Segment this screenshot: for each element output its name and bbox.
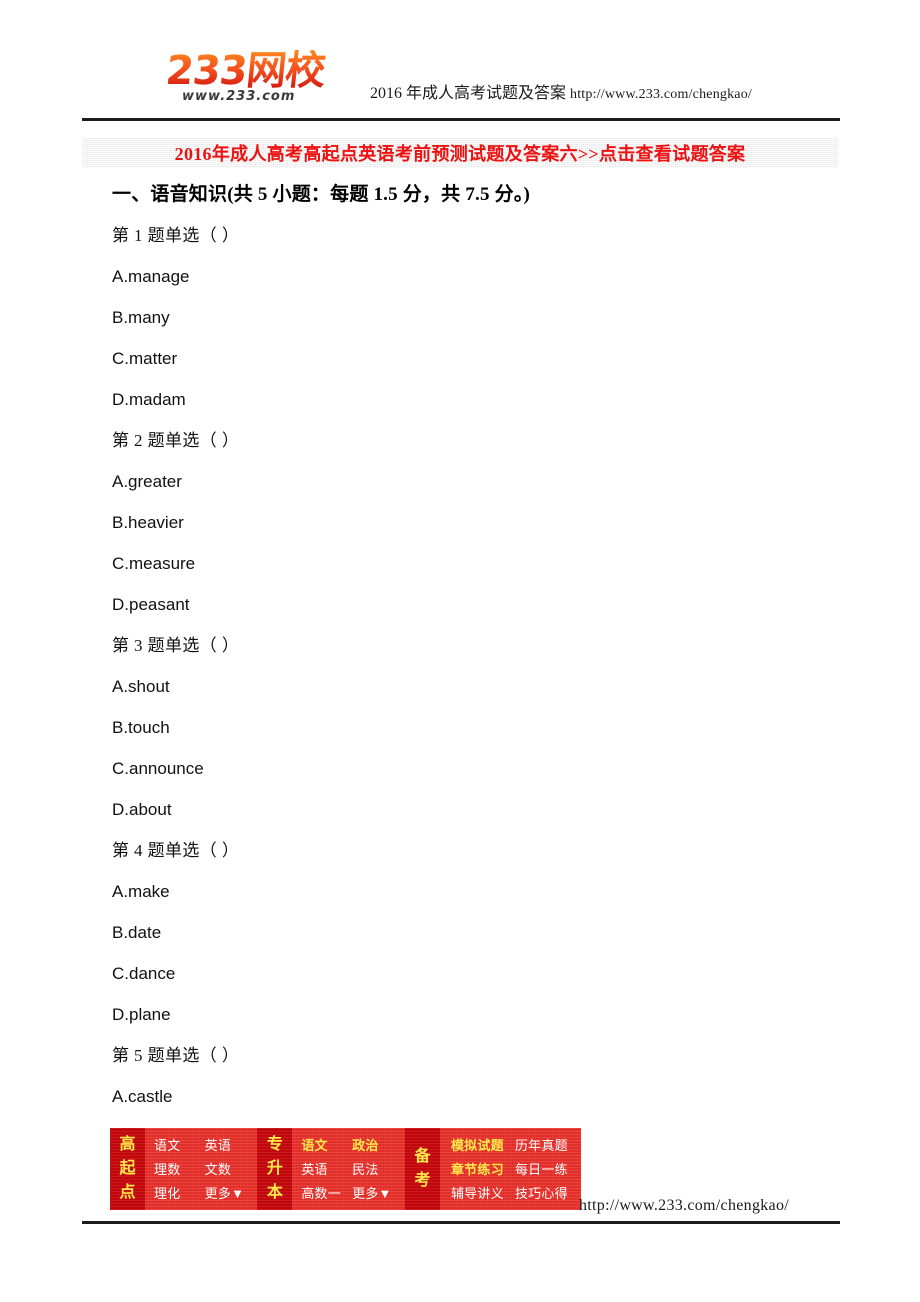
question-block: 第 1 题单选（ ） A.manage B.many C.matter D.madam [112, 224, 852, 412]
promo-label-char: 高 [119, 1136, 136, 1153]
promo-link[interactable]: 更多▼ [352, 1183, 399, 1204]
question-option[interactable]: C.matter [112, 347, 852, 371]
footer-url[interactable]: http://www.233.com/chengkao/ [579, 1197, 789, 1215]
question-option[interactable]: C.dance [112, 962, 852, 986]
question-option[interactable]: B.date [112, 921, 852, 945]
question-option[interactable]: D.peasant [112, 593, 852, 617]
question-block: 第 2 题单选（ ） A.greater B.heavier C.measure D.p… [112, 429, 852, 617]
promo-group-items: 模拟试题 历年真题 章节练习 每日一练 辅导讲义 技巧心得 [440, 1128, 581, 1210]
promo-label-char: 考 [414, 1172, 431, 1189]
article-title-bar: 2016年成人高考高起点英语考前预测试题及答案六>>点击查看试题答案 [82, 138, 838, 168]
page-root: 233网校 www.233.com 2016 年成人高考试题及答案 http:/… [0, 0, 920, 1302]
promo-link[interactable]: 语文 [301, 1135, 348, 1156]
header-tagline-text: 2016 年成人高考试题及答案 [370, 85, 571, 102]
promo-link[interactable]: 理数 [154, 1159, 201, 1180]
question-option[interactable]: B.heavier [112, 511, 852, 535]
question-stem: 第 2 题单选（ ） [112, 431, 240, 450]
question-block: 第 5 题单选（ ） A.castle [112, 1044, 852, 1109]
question-block: 第 4 题单选（ ） A.make B.date C.dance D.plane [112, 839, 852, 1027]
question-stem: 第 5 题单选（ ） [112, 1046, 240, 1065]
question-option[interactable]: C.measure [112, 552, 852, 576]
promo-link[interactable]: 文数 [205, 1159, 252, 1180]
footer-divider [82, 1221, 840, 1224]
promo-link[interactable]: 英语 [301, 1159, 348, 1180]
promo-label-char: 起 [119, 1160, 136, 1177]
question-option[interactable]: D.about [112, 798, 852, 822]
question-option[interactable]: A.castle [112, 1085, 852, 1109]
promo-label-char: 本 [266, 1184, 283, 1201]
section-heading: 一、语音知识(共 5 小题：每题 1.5 分，共 7.5 分。) [112, 184, 531, 205]
promo-group-label[interactable]: 专升本 [257, 1128, 293, 1210]
promo-label-char: 专 [266, 1136, 283, 1153]
logo-wordmark: 233网校 [164, 48, 368, 94]
question-option[interactable]: A.shout [112, 675, 852, 699]
question-option[interactable]: D.plane [112, 1003, 852, 1027]
question-option[interactable]: A.greater [112, 470, 852, 494]
exam-content: 一、语音知识(共 5 小题：每题 1.5 分，共 7.5 分。) 第 1 题单选… [112, 182, 852, 1126]
question-option[interactable]: C.announce [112, 757, 852, 781]
question-option[interactable]: B.touch [112, 716, 852, 740]
question-block: 第 3 题单选（ ） A.shout B.touch C.announce D.abou… [112, 634, 852, 822]
promo-link[interactable]: 每日一练 [515, 1159, 575, 1180]
header-tagline: 2016 年成人高考试题及答案 http://www.233.com/cheng… [370, 84, 752, 105]
question-option[interactable]: A.make [112, 880, 852, 904]
question-option[interactable]: A.manage [112, 265, 852, 289]
promo-link[interactable]: 语文 [154, 1135, 201, 1156]
promo-link[interactable]: 政治 [352, 1135, 399, 1156]
page-title[interactable]: 2016年成人高考高起点英语考前预测试题及答案六>>点击查看试题答案 [175, 140, 746, 166]
promo-group-label[interactable]: 高起点 [110, 1128, 145, 1210]
promo-link[interactable]: 理化 [154, 1183, 201, 1204]
promo-link[interactable]: 辅导讲义 [451, 1183, 511, 1204]
promo-group-items: 语文 英语 理数 文数 理化 更多▼ [145, 1128, 257, 1210]
promo-link[interactable]: 民法 [352, 1159, 399, 1180]
promo-group-label[interactable]: 备考 [404, 1128, 440, 1210]
promo-link[interactable]: 历年真题 [515, 1135, 575, 1156]
promo-link[interactable]: 高数一 [301, 1183, 348, 1204]
question-stem: 第 3 题单选（ ） [112, 636, 240, 655]
promo-link[interactable]: 章节练习 [451, 1159, 511, 1180]
promo-link[interactable]: 更多▼ [205, 1183, 252, 1204]
promo-link[interactable]: 技巧心得 [515, 1183, 575, 1204]
question-list: 第 1 题单选（ ） A.manage B.many C.matter D.madam 第… [112, 224, 852, 1109]
page-header: 233网校 www.233.com 2016 年成人高考试题及答案 http:/… [82, 48, 840, 116]
promo-link[interactable]: 英语 [205, 1135, 252, 1156]
promo-group-items: 语文 政治 英语 民法 高数一 更多▼ [292, 1128, 405, 1210]
promo-link[interactable]: 模拟试题 [451, 1135, 511, 1156]
question-option[interactable]: B.many [112, 306, 852, 330]
header-divider [82, 118, 840, 121]
question-stem: 第 4 题单选（ ） [112, 841, 240, 860]
promo-label-char: 备 [414, 1148, 431, 1165]
promo-label-char: 点 [119, 1184, 136, 1201]
question-stem: 第 1 题单选（ ） [112, 226, 240, 245]
question-option[interactable]: D.madam [112, 388, 852, 412]
header-tagline-url[interactable]: http://www.233.com/chengkao/ [570, 87, 752, 102]
site-logo[interactable]: 233网校 www.233.com [164, 48, 368, 112]
promo-label-char: 升 [266, 1160, 283, 1177]
promo-banner[interactable]: 高起点语文 英语 理数 文数 理化 更多▼ 专升本语文 政治 英语 民法 高数一 更多▼ 备考模拟试题历… [110, 1128, 581, 1210]
